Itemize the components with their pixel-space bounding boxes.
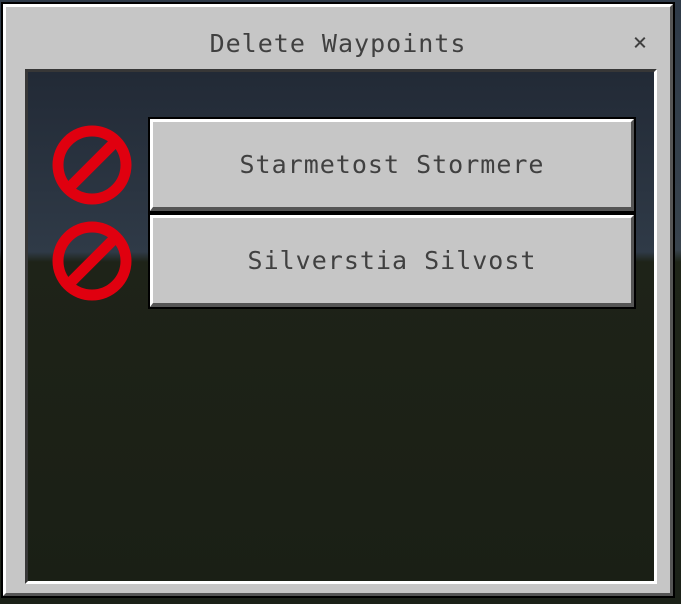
no-entry-icon[interactable] [50,219,134,303]
dialog-title: Delete Waypoints [209,29,467,58]
waypoint-button[interactable]: Silverstia Silvost [150,215,634,307]
waypoint-list[interactable]: Starmetost Stormere Silverstia Silvost [25,69,657,584]
waypoint-name: Silverstia Silvost [247,246,537,275]
waypoint-name: Starmetost Stormere [239,150,545,179]
waypoint-row: Silverstia Silvost [28,215,654,307]
waypoint-row: Starmetost Stormere [28,119,654,211]
no-entry-icon[interactable] [50,123,134,207]
close-button[interactable]: × [628,27,652,57]
delete-waypoints-dialog: Delete Waypoints × Starmetost Stormere S… [3,4,673,596]
waypoint-button[interactable]: Starmetost Stormere [150,119,634,211]
